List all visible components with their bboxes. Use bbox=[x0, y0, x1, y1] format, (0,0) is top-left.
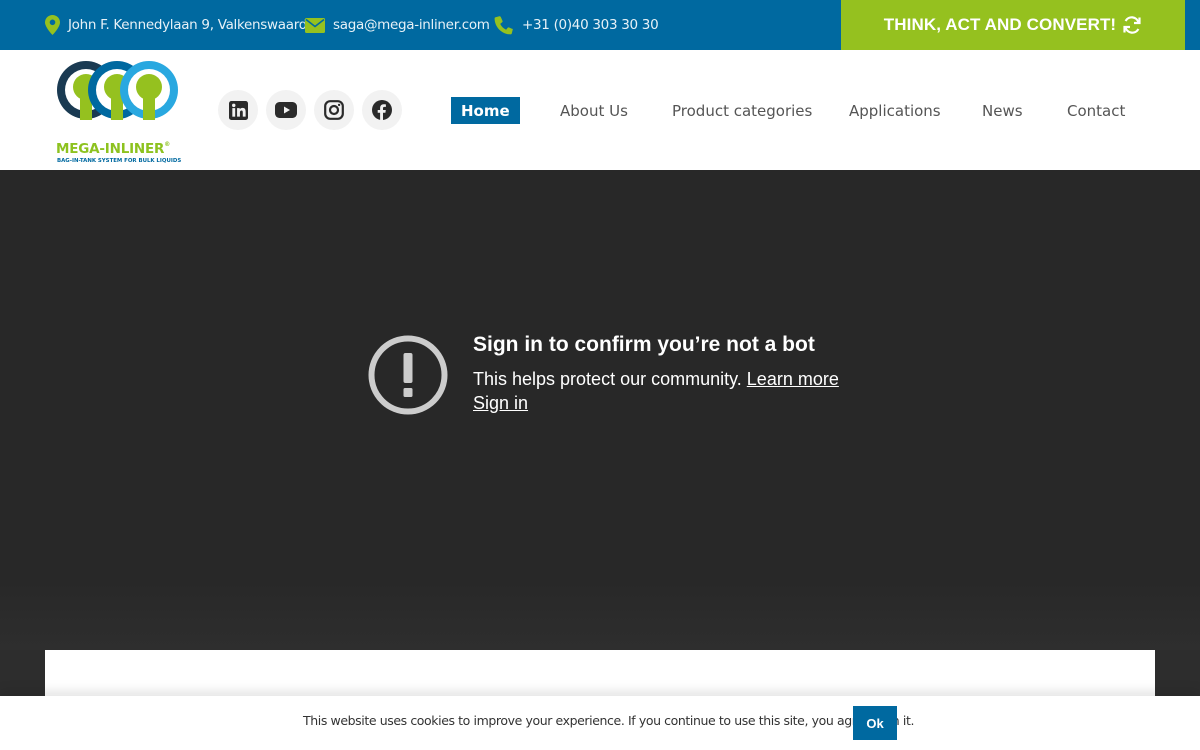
cookie-ok-button[interactable]: Ok bbox=[853, 706, 897, 740]
cookie-bar: This website uses cookies to improve you… bbox=[0, 696, 1200, 750]
nav-about-us[interactable]: About Us bbox=[560, 97, 628, 124]
phone-icon bbox=[494, 16, 513, 35]
video-embed-fade bbox=[0, 580, 1200, 650]
learn-more-link[interactable]: Learn more bbox=[747, 369, 839, 389]
email-item[interactable]: saga@mega-inliner.com bbox=[305, 0, 490, 50]
address-text: John F. Kennedylaan 9, Valkenswaard bbox=[68, 17, 308, 33]
sign-in-link[interactable]: Sign in bbox=[473, 393, 528, 414]
phone-item[interactable]: +31 (0)40 303 30 30 bbox=[494, 0, 659, 50]
refresh-icon bbox=[1123, 16, 1141, 34]
email-link[interactable]: saga@mega-inliner.com bbox=[333, 17, 490, 33]
cta-label: THINK, ACT AND CONVERT! bbox=[883, 15, 1117, 34]
site-logo[interactable]: MEGA-INLINER® BAG-IN-TANK SYSTEM FOR BUL… bbox=[56, 60, 186, 170]
facebook-button[interactable] bbox=[362, 90, 402, 130]
facebook-icon bbox=[372, 100, 392, 120]
linkedin-button[interactable] bbox=[218, 90, 258, 130]
linkedin-icon bbox=[228, 100, 248, 120]
nav-applications[interactable]: Applications bbox=[849, 97, 941, 124]
envelope-icon bbox=[305, 17, 325, 33]
logo-tagline: BAG-IN-TANK SYSTEM FOR BULK LIQUIDS bbox=[57, 158, 182, 164]
video-error-title: Sign in to confirm you’re not a bot bbox=[473, 333, 815, 356]
video-embed[interactable] bbox=[0, 170, 1200, 650]
location-pin-icon bbox=[45, 15, 60, 35]
instagram-button[interactable] bbox=[314, 90, 354, 130]
exclamation-circle-icon bbox=[368, 335, 448, 415]
nav-news[interactable]: News bbox=[982, 97, 1023, 124]
logo-wordmark: MEGA-INLINER® bbox=[56, 141, 171, 157]
site-header: MEGA-INLINER® BAG-IN-TANK SYSTEM FOR BUL… bbox=[0, 50, 1200, 170]
instagram-icon bbox=[324, 100, 344, 120]
video-error-message: This helps protect our community. Learn … bbox=[473, 369, 839, 389]
cta-button[interactable]: THINK, ACT AND CONVERT! bbox=[841, 0, 1185, 50]
logo-mark-icon bbox=[56, 61, 182, 140]
top-bar: John F. Kennedylaan 9, Valkenswaard saga… bbox=[0, 0, 1200, 50]
youtube-icon bbox=[275, 102, 297, 118]
nav-home[interactable]: Home bbox=[451, 97, 520, 124]
youtube-button[interactable] bbox=[266, 90, 306, 130]
address-item: John F. Kennedylaan 9, Valkenswaard bbox=[45, 0, 307, 50]
nav-contact[interactable]: Contact bbox=[1067, 97, 1125, 124]
nav-product-categories[interactable]: Product categories bbox=[672, 97, 812, 124]
phone-link[interactable]: +31 (0)40 303 30 30 bbox=[522, 17, 659, 33]
cookie-message: This website uses cookies to improve you… bbox=[303, 713, 915, 728]
